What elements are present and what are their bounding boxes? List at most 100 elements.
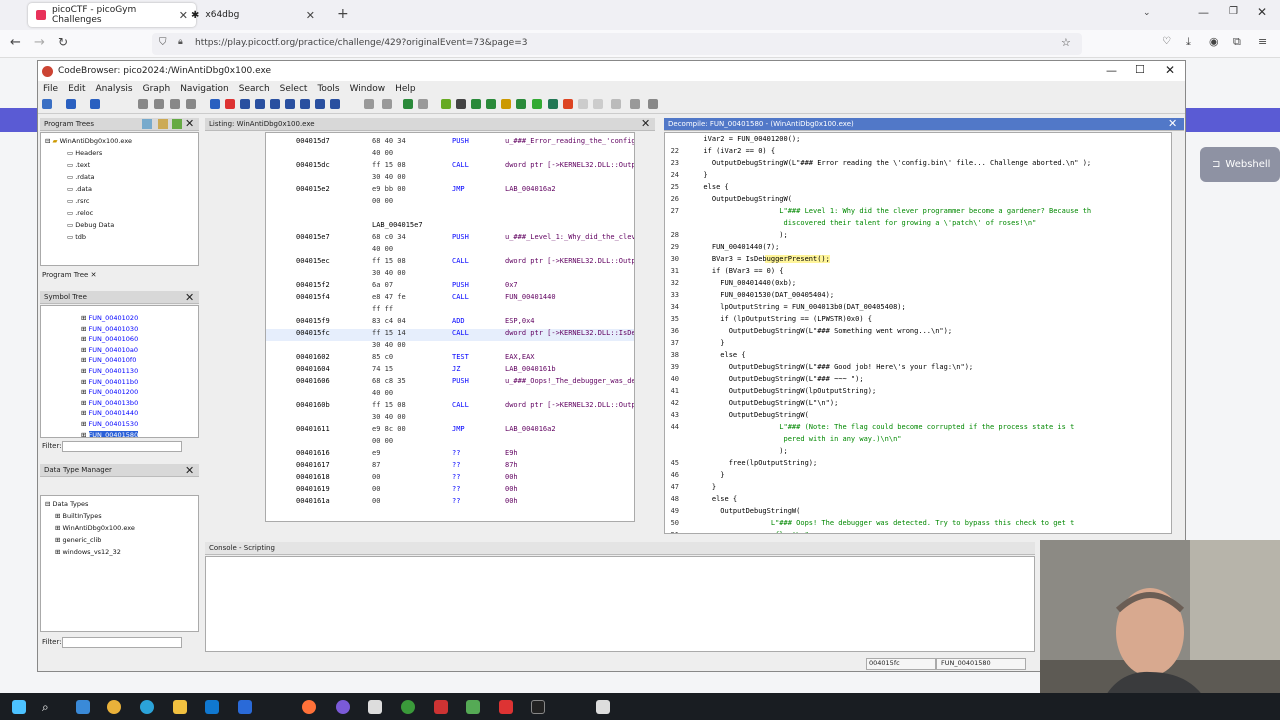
- tree-item[interactable]: ▭ Debug Data: [67, 221, 114, 229]
- decompile-line[interactable]: 22 if (iVar2 == 0) {: [665, 147, 1171, 159]
- tree-view-icon[interactable]: [142, 119, 152, 129]
- check-icon[interactable]: [441, 99, 451, 109]
- listing-row[interactable]: 00401617 87?? 87h: [266, 461, 634, 473]
- listing-row[interactable]: 00401616 e9?? E9h: [266, 449, 634, 461]
- listing-row[interactable]: 0040160b ff 15 08 CALL dword ptr [->KERNEL3…: [266, 401, 634, 413]
- decompile-line[interactable]: 34 lpOutputString = FUN_004013b0(DAT_004…: [665, 303, 1171, 315]
- close-icon[interactable]: ✕: [1165, 63, 1175, 77]
- listing-row[interactable]: [266, 209, 634, 221]
- tree-item[interactable]: ⊞ windows_vs12_32: [55, 548, 121, 556]
- decompile-line[interactable]: 33 FUN_00401530(DAT_00405404);: [665, 291, 1171, 303]
- symbol-tree-item[interactable]: ⊞ FUN_004011b0: [81, 378, 138, 386]
- menu-icon[interactable]: ≡: [1258, 35, 1267, 48]
- listing-row[interactable]: 00 00: [266, 197, 634, 209]
- decompile-line[interactable]: 44 L"### (Note: The flag could become co…: [665, 423, 1171, 435]
- tree-root[interactable]: ⊟ Data Types: [45, 500, 88, 508]
- program-tree-tab[interactable]: Program Tree ✕: [42, 271, 96, 279]
- symbol-filter-input[interactable]: [62, 441, 182, 452]
- decompile-line[interactable]: 29 FUN_00401440(7);: [665, 243, 1171, 255]
- listing-row[interactable]: 004015e2 e9 bb 00 JMP LAB_004016a2: [266, 185, 634, 197]
- redo-icon[interactable]: [418, 99, 428, 109]
- decompile-line[interactable]: 45 free(lpOutputString);: [665, 459, 1171, 471]
- menu-edit[interactable]: Edit: [68, 84, 85, 94]
- notepad-icon[interactable]: [596, 700, 610, 714]
- decompile-line[interactable]: iVar2 = FUN_00401200();: [665, 135, 1171, 147]
- decompile-line[interactable]: 38 else {: [665, 351, 1171, 363]
- browser-tab-picoctf[interactable]: picoCTF - picoGym Challenges ✕: [28, 3, 196, 27]
- decompile-line[interactable]: 43 OutputDebugStringW(: [665, 411, 1171, 423]
- account-icon[interactable]: ◉: [1209, 35, 1219, 48]
- listing-row[interactable]: LAB_004015e7: [266, 221, 634, 233]
- tree-item[interactable]: ⊞ BuiltInTypes: [55, 512, 102, 520]
- listing-row[interactable]: 004015f4 e8 47 fe CALL FUN_00401440: [266, 293, 634, 305]
- nav-d-icon[interactable]: [255, 99, 265, 109]
- memory-icon[interactable]: [593, 99, 603, 109]
- decompile-line[interactable]: 28 );: [665, 231, 1171, 243]
- console-panel[interactable]: [205, 556, 1035, 652]
- forward-icon[interactable]: [90, 99, 100, 109]
- close-icon[interactable]: ✕: [306, 9, 315, 22]
- reload-icon[interactable]: ↻: [58, 35, 68, 49]
- tree-item[interactable]: ▭ .rdata: [67, 173, 94, 181]
- nav-instruction-icon[interactable]: [154, 99, 164, 109]
- symbol-tree-item[interactable]: ⊞ FUN_00401130: [81, 367, 138, 375]
- listing-row[interactable]: 00401604 74 15 JZ LAB_0040161b: [266, 365, 634, 377]
- listing-row[interactable]: 40 00: [266, 149, 634, 161]
- listing-row[interactable]: 004015fc ff 15 14 CALL dword ptr [->KERNEL3…: [266, 329, 634, 341]
- listing-row[interactable]: 00401611 e9 8c 00 JMP LAB_004016a2: [266, 425, 634, 437]
- decompile-line[interactable]: 31 if (BVar3 == 0) {: [665, 267, 1171, 279]
- nav-b-icon[interactable]: [330, 99, 340, 109]
- x64dbg-icon[interactable]: [434, 700, 448, 714]
- listing-row[interactable]: 004015dc ff 15 08 CALL dword ptr [->KERNEL3…: [266, 161, 634, 173]
- explorer-icon[interactable]: [173, 700, 187, 714]
- layout-icon[interactable]: [611, 99, 621, 109]
- chevron-down-icon[interactable]: ⌄: [1143, 8, 1151, 18]
- ghidra-icon[interactable]: [499, 700, 513, 714]
- decompile-line[interactable]: discovered their talent for growing a \'…: [665, 219, 1171, 231]
- symbol-tree-item[interactable]: ⊞ FUN_00401020: [81, 314, 138, 322]
- webshell-button[interactable]: ⊐ Webshell: [1200, 147, 1280, 182]
- menu-select[interactable]: Select: [280, 84, 308, 94]
- symbol-tree-item[interactable]: ⊞ FUN_004010f0: [81, 356, 136, 364]
- listing-row[interactable]: 30 40 00: [266, 413, 634, 425]
- bluetooth-icon[interactable]: [238, 700, 252, 714]
- nav-f-icon[interactable]: [300, 99, 310, 109]
- cut-icon[interactable]: [364, 99, 374, 109]
- code-icon[interactable]: [456, 99, 466, 109]
- decompile-line[interactable]: 46 }: [665, 471, 1171, 483]
- nav-label-icon[interactable]: [186, 99, 196, 109]
- minimize-icon[interactable]: —: [1106, 64, 1117, 77]
- obs-icon[interactable]: [336, 700, 350, 714]
- new-tab-icon[interactable]: +: [337, 6, 349, 22]
- decompile-line[interactable]: 49 OutputDebugStringW(: [665, 507, 1171, 519]
- tree-root[interactable]: ⊟ ▰ WinAntiDbg0x100.exe: [45, 137, 132, 145]
- functions-icon[interactable]: [486, 99, 496, 109]
- close-icon[interactable]: ✕: [185, 464, 194, 477]
- decompile-line[interactable]: 36 OutputDebugStringW(L"### Something we…: [665, 327, 1171, 339]
- close-icon[interactable]: ✕: [641, 117, 650, 130]
- symbol-tree-item[interactable]: ⊞ FUN_00401030: [81, 325, 138, 333]
- decompile-line[interactable]: 47 }: [665, 483, 1171, 495]
- chrome-profile-icon[interactable]: [401, 700, 415, 714]
- stop-icon[interactable]: [225, 99, 235, 109]
- nav-u-icon[interactable]: [270, 99, 280, 109]
- nav-i-icon[interactable]: [240, 99, 250, 109]
- symbol-tree-item[interactable]: ⊞ FUN_00401200: [81, 388, 138, 396]
- close-icon[interactable]: ✕: [185, 117, 194, 130]
- listing-row[interactable]: 00401606 68 c8 35 PUSH u_###_Oops!_The_debu…: [266, 377, 634, 389]
- table-icon[interactable]: [578, 99, 588, 109]
- decompile-line[interactable]: 41 OutputDebugStringW(lpOutputString);: [665, 387, 1171, 399]
- add-icon[interactable]: [172, 119, 182, 129]
- decompile-line[interactable]: 26 OutputDebugStringW(: [665, 195, 1171, 207]
- terminal-icon[interactable]: [548, 99, 558, 109]
- tree-item[interactable]: ▭ .reloc: [67, 209, 93, 217]
- pocket-icon[interactable]: ♡: [1162, 36, 1171, 47]
- tree-item[interactable]: ⊞ generic_clib: [55, 536, 101, 544]
- symbol-tree-item[interactable]: ⊞ FUN_00401530: [81, 420, 138, 428]
- search-icon[interactable]: ⌕: [42, 700, 56, 714]
- menu-analysis[interactable]: Analysis: [96, 84, 133, 94]
- menu-search[interactable]: Search: [239, 84, 270, 94]
- undo-icon[interactable]: [403, 99, 413, 109]
- save-icon[interactable]: [42, 99, 52, 109]
- lock-icon[interactable]: 🔒︎: [178, 37, 183, 47]
